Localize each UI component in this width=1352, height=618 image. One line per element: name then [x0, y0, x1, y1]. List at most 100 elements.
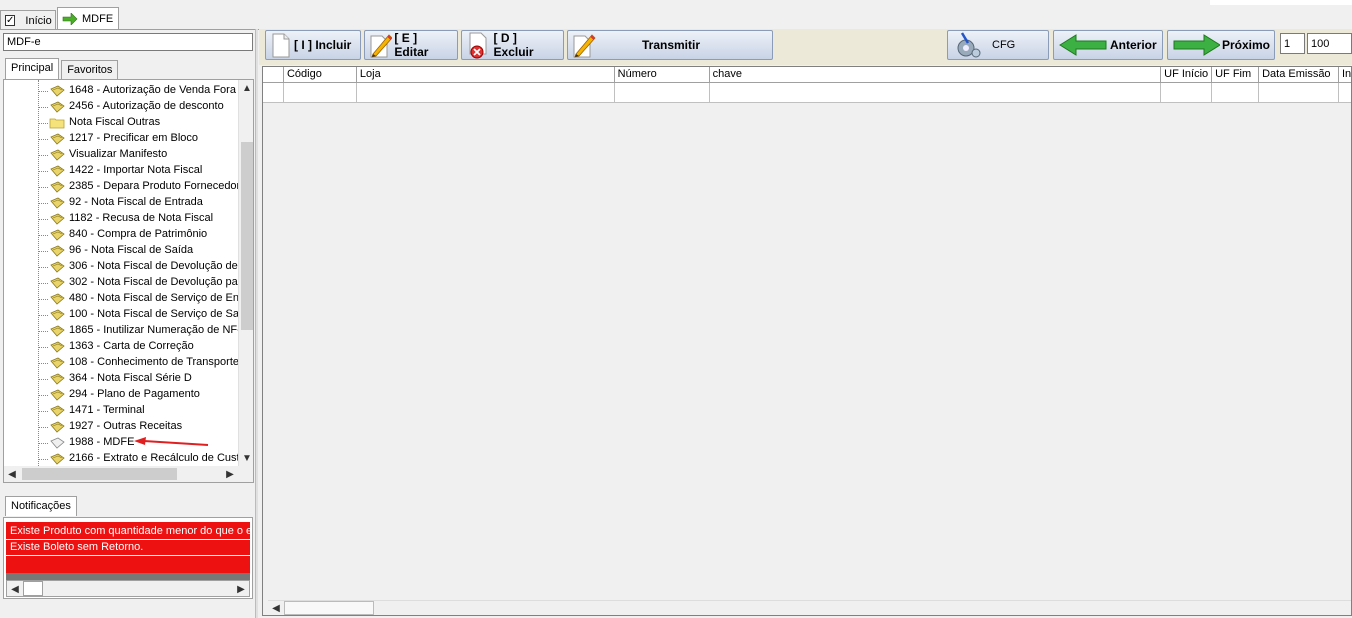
- col-codigo[interactable]: Código: [284, 67, 357, 82]
- document-icon: [49, 133, 65, 145]
- tree-item-label: 1927 - Outras Receitas: [69, 420, 183, 432]
- tab-inicio-label: Início: [25, 14, 52, 27]
- config-icon: [957, 32, 981, 58]
- tree-item[interactable]: 306 - Nota Fiscal de Devolução de C: [4, 259, 249, 275]
- document-icon: [49, 325, 65, 337]
- tree-item[interactable]: Visualizar Manifesto: [4, 147, 238, 163]
- tree-item[interactable]: 108 - Conhecimento de Transporte: [4, 355, 239, 371]
- tree-hscroll[interactable]: ◀ ▶: [4, 466, 253, 482]
- tree-item[interactable]: 100 - Nota Fiscal de Serviço de Saíd: [4, 307, 248, 323]
- tree-item[interactable]: 302 - Nota Fiscal de Devolução para: [4, 275, 248, 291]
- tree-item-label: 1648 - Autorização de Venda Fora d: [69, 84, 246, 96]
- tree-connector: [38, 363, 48, 364]
- col-uf-inicio[interactable]: UF Início: [1161, 67, 1213, 82]
- grid-header: Código Loja Número chave UF Início UF Fi…: [263, 67, 1351, 83]
- tab-notificacoes[interactable]: Notificações: [5, 496, 77, 516]
- tree-item[interactable]: 294 - Plano de Pagamento: [4, 387, 238, 403]
- table-row[interactable]: [263, 83, 1351, 103]
- top-bar-strip: [1210, 0, 1352, 5]
- cell-uf-fim[interactable]: [1212, 83, 1260, 102]
- grid-hscroll[interactable]: ◀: [268, 600, 1351, 615]
- editar-button[interactable]: [ E ] Editar: [364, 30, 458, 60]
- notifications-list: Existe Produto com quantidade menor do q…: [3, 517, 253, 599]
- edit-pencil-icon: [370, 34, 393, 58]
- cell-data-emissao[interactable]: [1259, 83, 1339, 102]
- tab-favoritos[interactable]: Favoritos: [61, 60, 119, 79]
- document-icon: [49, 293, 65, 305]
- tab-inicio[interactable]: ✓ Início: [0, 10, 56, 30]
- cell-chave[interactable]: [710, 83, 1162, 102]
- tree-item[interactable]: 364 - Nota Fiscal Série D: [4, 371, 238, 387]
- tree-vscroll-thumb[interactable]: [241, 142, 253, 330]
- tree-item[interactable]: 2166 - Extrato e Recálculo de Custo: [4, 451, 246, 467]
- tree-item[interactable]: 1182 - Recusa de Nota Fiscal: [4, 211, 238, 227]
- cfg-button[interactable]: CFG: [947, 30, 1049, 60]
- scroll-down-icon[interactable]: ▼: [239, 450, 253, 466]
- notification-divider: [6, 573, 250, 580]
- delete-icon: [469, 32, 487, 59]
- scroll-left-icon[interactable]: ◀: [4, 466, 20, 482]
- tree-item[interactable]: 840 - Compra de Patrimônio: [4, 227, 238, 243]
- transmitir-button[interactable]: Transmitir: [567, 30, 773, 60]
- document-icon: [49, 165, 65, 177]
- notif-hscroll[interactable]: ◀ ▶: [6, 580, 250, 597]
- tree-item[interactable]: 480 - Nota Fiscal de Serviço de Entr: [4, 291, 246, 307]
- grid-hscroll-thumb[interactable]: [284, 601, 374, 615]
- notification-item[interactable]: Existe Produto com quantidade menor do q…: [6, 524, 250, 540]
- tab-mdfe[interactable]: MDFE: [57, 7, 119, 30]
- col-data-emissao[interactable]: Data Emissão: [1259, 67, 1339, 82]
- tree-vscroll[interactable]: ▲ ▼: [238, 80, 253, 466]
- page-number-input[interactable]: [1280, 33, 1305, 54]
- tree-item[interactable]: 1217 - Precificar em Bloco: [4, 131, 238, 147]
- folder-icon: [49, 117, 65, 129]
- cell-loja[interactable]: [357, 83, 615, 102]
- excluir-button[interactable]: [ D ] Excluir: [461, 30, 564, 60]
- transmitir-label: Transmitir: [642, 38, 701, 52]
- anterior-button[interactable]: Anterior: [1053, 30, 1163, 60]
- scroll-right-icon[interactable]: ▶: [222, 466, 238, 482]
- notif-hscroll-thumb[interactable]: [23, 581, 43, 596]
- incluir-button[interactable]: [ I ] Incluir: [265, 30, 361, 60]
- tree-connector: [38, 299, 48, 300]
- proximo-button[interactable]: Próximo: [1167, 30, 1275, 60]
- col-loja[interactable]: Loja: [357, 67, 615, 82]
- col-numero[interactable]: Número: [615, 67, 710, 82]
- tree-connector: [38, 411, 48, 412]
- tree-item[interactable]: 2456 - Autorização de desconto: [4, 99, 238, 115]
- scroll-right-icon[interactable]: ▶: [233, 581, 249, 597]
- cell-in[interactable]: [1339, 83, 1351, 102]
- tree-item[interactable]: 1363 - Carta de Correção: [4, 339, 238, 355]
- col-chave[interactable]: chave: [710, 67, 1162, 82]
- cell-uf-inicio[interactable]: [1161, 83, 1213, 102]
- tree-item[interactable]: 1865 - Inutilizar Numeração de NF-e: [4, 323, 247, 339]
- top-bar: [0, 0, 1352, 28]
- tree-item[interactable]: 92 - Nota Fiscal de Entrada: [4, 195, 238, 211]
- search-input[interactable]: [3, 33, 253, 51]
- cell-codigo[interactable]: [284, 83, 357, 102]
- document-icon: [49, 389, 65, 401]
- notification-item[interactable]: Existe Boleto sem Retorno.: [6, 540, 250, 556]
- tree-list: 1648 - Autorização de Venda Fora d 2456 -…: [4, 83, 251, 467]
- tree-item-label: 2166 - Extrato e Recálculo de Custo: [69, 452, 246, 464]
- tree-item[interactable]: 1471 - Terminal: [4, 403, 238, 419]
- tree-item[interactable]: 1648 - Autorização de Venda Fora d: [4, 83, 245, 99]
- tab-principal[interactable]: Principal: [5, 58, 60, 79]
- tree-hscroll-thumb[interactable]: [22, 468, 177, 480]
- scroll-left-icon[interactable]: ◀: [7, 581, 23, 597]
- scroll-left-icon[interactable]: ◀: [268, 601, 284, 616]
- panel-splitter[interactable]: [255, 29, 258, 618]
- tree-connector: [38, 267, 48, 268]
- arrow-right-icon: [62, 13, 78, 25]
- page-size-input[interactable]: [1307, 33, 1352, 54]
- col-in[interactable]: In: [1339, 67, 1351, 82]
- checkbox-icon[interactable]: ✓: [5, 15, 16, 26]
- scroll-up-icon[interactable]: ▲: [239, 80, 253, 96]
- cfg-label: CFG: [992, 39, 1016, 51]
- tree-item[interactable]: 1927 - Outras Receitas: [4, 419, 238, 435]
- col-uf-fim[interactable]: UF Fim: [1212, 67, 1260, 82]
- tree-item[interactable]: 96 - Nota Fiscal de Saída: [4, 243, 238, 259]
- tree-item[interactable]: 1422 - Importar Nota Fiscal: [4, 163, 238, 179]
- cell-numero[interactable]: [615, 83, 710, 102]
- tree-item[interactable]: Nota Fiscal Outras: [4, 115, 238, 131]
- tree-item[interactable]: 2385 - Depara Produto Fornecedor N: [4, 179, 251, 195]
